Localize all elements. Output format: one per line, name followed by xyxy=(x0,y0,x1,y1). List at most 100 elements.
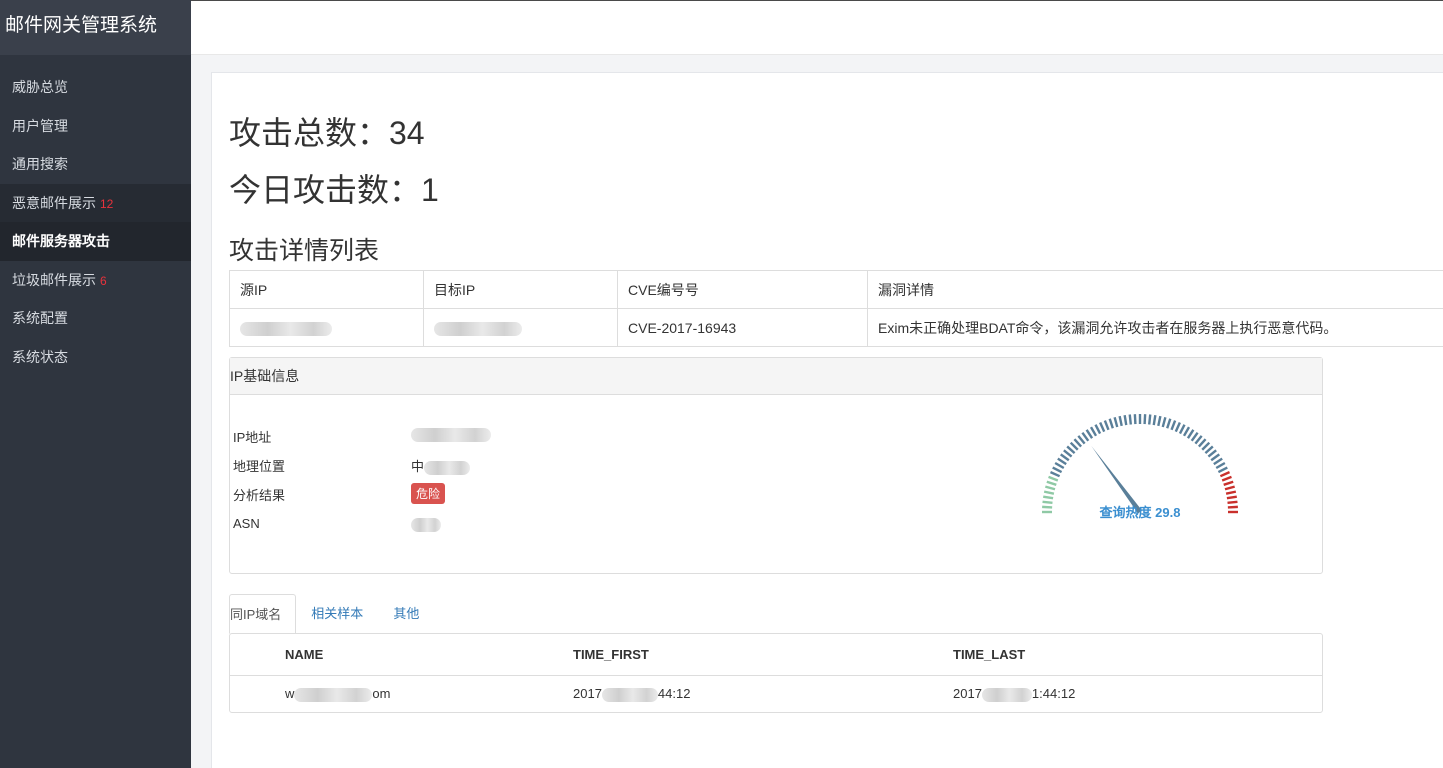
location-value: 中 xyxy=(411,456,471,475)
tab-bar: 同IP域名 相关样本 其他 xyxy=(229,594,434,634)
vuln-detail-cell: Exim未正确处理BDAT命令，该漏洞允许攻击者在服务器上执行恶意代码。 xyxy=(867,308,1443,347)
gauge-tick xyxy=(1204,445,1214,455)
gauge-tick xyxy=(1094,424,1102,435)
gauge-tick xyxy=(1077,435,1086,445)
tab-same-ip-domains[interactable]: 同IP域名 xyxy=(229,594,297,634)
ip-info-panel: IP基础信息 IP地址 地理位置 中 分析结果 危险 ASN 查询热度 29.8 xyxy=(229,357,1323,574)
gauge-tick xyxy=(1073,438,1083,448)
redacted-target-ip xyxy=(434,321,522,336)
gauge-tick xyxy=(1226,495,1237,500)
gauge-tick xyxy=(1128,414,1132,425)
redacted-time-last xyxy=(981,687,1032,702)
attack-list-title: 攻击详情列表 xyxy=(229,237,380,265)
location-prefix: 中 xyxy=(411,459,425,474)
gauge-tick xyxy=(1043,495,1054,500)
gauge-label: 查询热度 29.8 xyxy=(1090,502,1190,521)
domain-name-cell: w om xyxy=(230,675,573,712)
gauge-tick xyxy=(1225,490,1237,495)
malicious-mail-count-badge: 12 xyxy=(100,196,114,211)
gauge-tick xyxy=(1161,417,1167,428)
sidebar-item-label: 用户管理 xyxy=(12,117,68,134)
time-first-cell: 2017 44:12 xyxy=(573,675,953,712)
top-border xyxy=(191,0,1443,1)
gauge-tick xyxy=(1085,429,1094,439)
gauge-tick xyxy=(1045,485,1056,491)
sidebar-item-general-search[interactable]: 通用搜索 xyxy=(0,145,191,184)
table-header-row: NAME TIME_FIRST TIME_LAST xyxy=(230,634,1322,676)
target-ip-cell xyxy=(423,308,618,347)
today-attacks: 今日攻击数：1 xyxy=(229,172,439,208)
gauge-tick xyxy=(1043,490,1055,495)
app-title: 邮件网关管理系统 xyxy=(0,0,191,55)
gauge-tick xyxy=(1182,426,1191,437)
analysis-label: 分析结果 xyxy=(233,488,286,503)
main-content: 攻击总数：34 今日攻击数：1 攻击详情列表 源IP 目标IP CVE编号号 漏… xyxy=(211,72,1443,768)
ip-address-value xyxy=(411,426,491,442)
time-first-end: 44:12 xyxy=(657,685,691,701)
table-header-row: 源IP 目标IP CVE编号号 漏洞详情 xyxy=(229,270,1443,309)
gauge-tick xyxy=(1060,453,1070,462)
sidebar-item-label: 恶意邮件展示 xyxy=(12,194,96,211)
gauge-tick xyxy=(1197,438,1207,448)
redacted-domain xyxy=(294,687,373,702)
tab-related-samples[interactable]: 相关样本 xyxy=(296,594,378,634)
asn-label: ASN xyxy=(233,516,260,531)
gauge-tick xyxy=(1170,420,1177,431)
gauge-tick xyxy=(1063,449,1073,458)
gauge-tick xyxy=(1227,505,1238,509)
sidebar-item-mail-server-attack[interactable]: 邮件服务器攻击 xyxy=(0,222,191,261)
gauge-tick xyxy=(1210,453,1220,462)
redacted-ip-address xyxy=(411,427,491,442)
gauge-value: 29.8 xyxy=(1155,505,1181,520)
gauge-tick xyxy=(1042,500,1053,504)
redacted-asn xyxy=(411,517,441,532)
sidebar: 邮件网关管理系统 威胁总览 用户管理 通用搜索 恶意邮件展示 12 邮件服务器攻击… xyxy=(0,0,191,768)
sidebar-item-user-management[interactable]: 用户管理 xyxy=(0,107,191,146)
tab-other[interactable]: 其他 xyxy=(378,594,434,634)
gauge-tick xyxy=(1049,471,1061,478)
gauge-tick xyxy=(1219,471,1231,478)
ip-address-label: IP地址 xyxy=(233,430,272,445)
top-bar xyxy=(191,0,1443,55)
gauge-label-text: 查询热度 xyxy=(1099,505,1152,520)
gauge-tick xyxy=(1108,418,1114,429)
gauge-tick xyxy=(1190,432,1199,442)
spam-mail-count-badge: 6 xyxy=(100,273,107,288)
gauge-tick xyxy=(1148,414,1152,425)
sidebar-item-label: 系统配置 xyxy=(12,310,68,326)
sidebar-item-system-config[interactable]: 系统配置 xyxy=(0,299,191,338)
gauge-tick xyxy=(1069,441,1079,451)
gauge-tick xyxy=(1157,415,1162,427)
table-row[interactable]: w om 2017 44:12 2017 1:44:12 xyxy=(230,675,1322,712)
column-header-time-first: TIME_FIRST xyxy=(573,634,953,676)
table-row[interactable]: CVE-2017-16943 Exim未正确处理BDAT命令，该漏洞允许攻击者在… xyxy=(229,308,1443,347)
location-label: 地理位置 xyxy=(233,459,286,474)
gauge-tick xyxy=(1215,461,1226,470)
domain-name-start: w xyxy=(285,685,295,701)
gauge-tick xyxy=(1081,432,1090,442)
sidebar-item-malicious-mail[interactable]: 恶意邮件展示 12 xyxy=(0,183,191,222)
source-ip-cell xyxy=(229,308,424,347)
sidebar-item-threat-overview[interactable]: 威胁总览 xyxy=(0,68,191,107)
sidebar-item-label: 系统状态 xyxy=(12,348,68,365)
time-last-end: 1:44:12 xyxy=(1031,685,1076,701)
gauge-tick xyxy=(1046,480,1057,486)
asn-value xyxy=(411,516,441,532)
sidebar-item-spam-mail[interactable]: 垃圾邮件展示 6 xyxy=(0,261,191,300)
column-header-target-ip: 目标IP xyxy=(423,270,618,309)
total-attacks: 攻击总数：34 xyxy=(229,115,425,151)
gauge-tick xyxy=(1113,417,1119,428)
gauge-tick xyxy=(1221,475,1232,482)
gauge-tick xyxy=(1143,414,1147,425)
sidebar-item-label: 邮件服务器攻击 xyxy=(12,233,110,249)
danger-badge: 危险 xyxy=(411,483,446,504)
gauge-tick xyxy=(1048,475,1059,482)
sidebar-item-system-status[interactable]: 系统状态 xyxy=(0,338,191,377)
gauge-tick xyxy=(1201,441,1211,451)
column-header-cve: CVE编号号 xyxy=(617,270,868,309)
gauge-tick xyxy=(1217,466,1228,474)
analysis-value: 危险 xyxy=(411,483,446,504)
column-header-time-last: TIME_LAST xyxy=(953,634,1322,676)
gauge-tick xyxy=(1186,429,1195,439)
gauge-tick xyxy=(1224,485,1235,491)
